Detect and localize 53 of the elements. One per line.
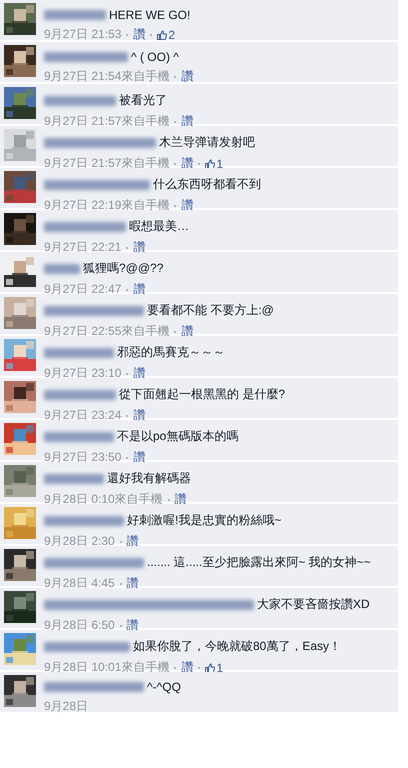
like-link[interactable]: 讚 — [133, 365, 146, 382]
comment-text: 好刺激喔!我是忠實的粉絲哦~ — [127, 512, 282, 529]
like-link[interactable]: 讚 — [133, 449, 146, 466]
like-link[interactable]: 讚 — [133, 281, 146, 298]
comment-text: 邪惡的馬賽克～～～ — [117, 344, 225, 361]
like-link[interactable]: 讚 — [126, 575, 139, 592]
blurred-name — [44, 390, 116, 400]
thumbs-up-icon — [157, 30, 168, 40]
source-label: 來自手機 — [114, 491, 163, 508]
comment-text: 被看光了 — [119, 92, 167, 109]
like-link[interactable]: 讚 — [181, 68, 194, 85]
comment-text: ^ ( OO) ^ — [131, 50, 179, 64]
source-label: 來自手機 — [121, 197, 170, 214]
comment-text: 還好我有解碼器 — [107, 470, 191, 487]
comment-text: ....... 這.....至少把臉露出來阿~ 我的女神~~ — [147, 554, 371, 571]
comment-text: 暇想最美… — [129, 218, 189, 235]
comment-text: 什么东西呀都看不到 — [153, 176, 261, 193]
source-label: 來自手機 — [121, 323, 170, 340]
comment-text: 木兰导弹请发射吧 — [159, 134, 255, 151]
source-label: 來自手機 — [121, 155, 170, 172]
source-label: 來自手機 — [121, 113, 170, 130]
source-label: 來自手機 — [121, 68, 170, 85]
thumbs-up-icon — [205, 158, 216, 168]
like-link[interactable]: 讚 — [181, 197, 194, 214]
like-link[interactable]: 讚 — [174, 491, 187, 508]
blurred-name — [44, 348, 114, 358]
thumbs-up-icon — [205, 662, 216, 672]
blurred-name — [44, 96, 116, 106]
comment-text: HERE WE GO! — [109, 8, 190, 22]
like-link[interactable]: 讚 — [133, 407, 146, 424]
comment-text: 狐狸嗎?@@?? — [83, 260, 164, 277]
blurred-name — [44, 10, 106, 20]
like-link[interactable]: 讚 — [133, 26, 146, 43]
like-count[interactable]: 1 — [216, 660, 224, 674]
blurred-name — [44, 264, 80, 274]
comment-text: 大家不要吝嗇按讚XD — [257, 596, 370, 613]
blurred-name — [44, 432, 114, 442]
comment-text: ^-^QQ — [147, 680, 181, 694]
like-link[interactable]: 讚 — [126, 617, 139, 634]
comment-text: 從下面翹起一根黑黑的 是什麼? — [119, 386, 286, 403]
like-count[interactable]: 1 — [216, 156, 224, 170]
like-link[interactable]: 讚 — [126, 533, 139, 550]
comment-text: 不是以po無碼版本的嗎 — [117, 428, 238, 445]
like-link[interactable]: 讚 — [181, 659, 194, 676]
like-link[interactable]: 讚 — [181, 323, 194, 340]
like-link[interactable]: 讚 — [181, 155, 194, 172]
like-count[interactable]: 2 — [168, 28, 176, 42]
comment-text: 要看都不能 不要方上:@ — [147, 302, 274, 319]
like-link[interactable]: 讚 — [133, 239, 146, 256]
blurred-name — [44, 474, 104, 484]
like-link[interactable]: 讚 — [181, 113, 194, 130]
source-label: 來自手機 — [121, 659, 170, 676]
comment-text: 如果你脫了，今晚就破80萬了，Easy！ — [133, 638, 342, 655]
